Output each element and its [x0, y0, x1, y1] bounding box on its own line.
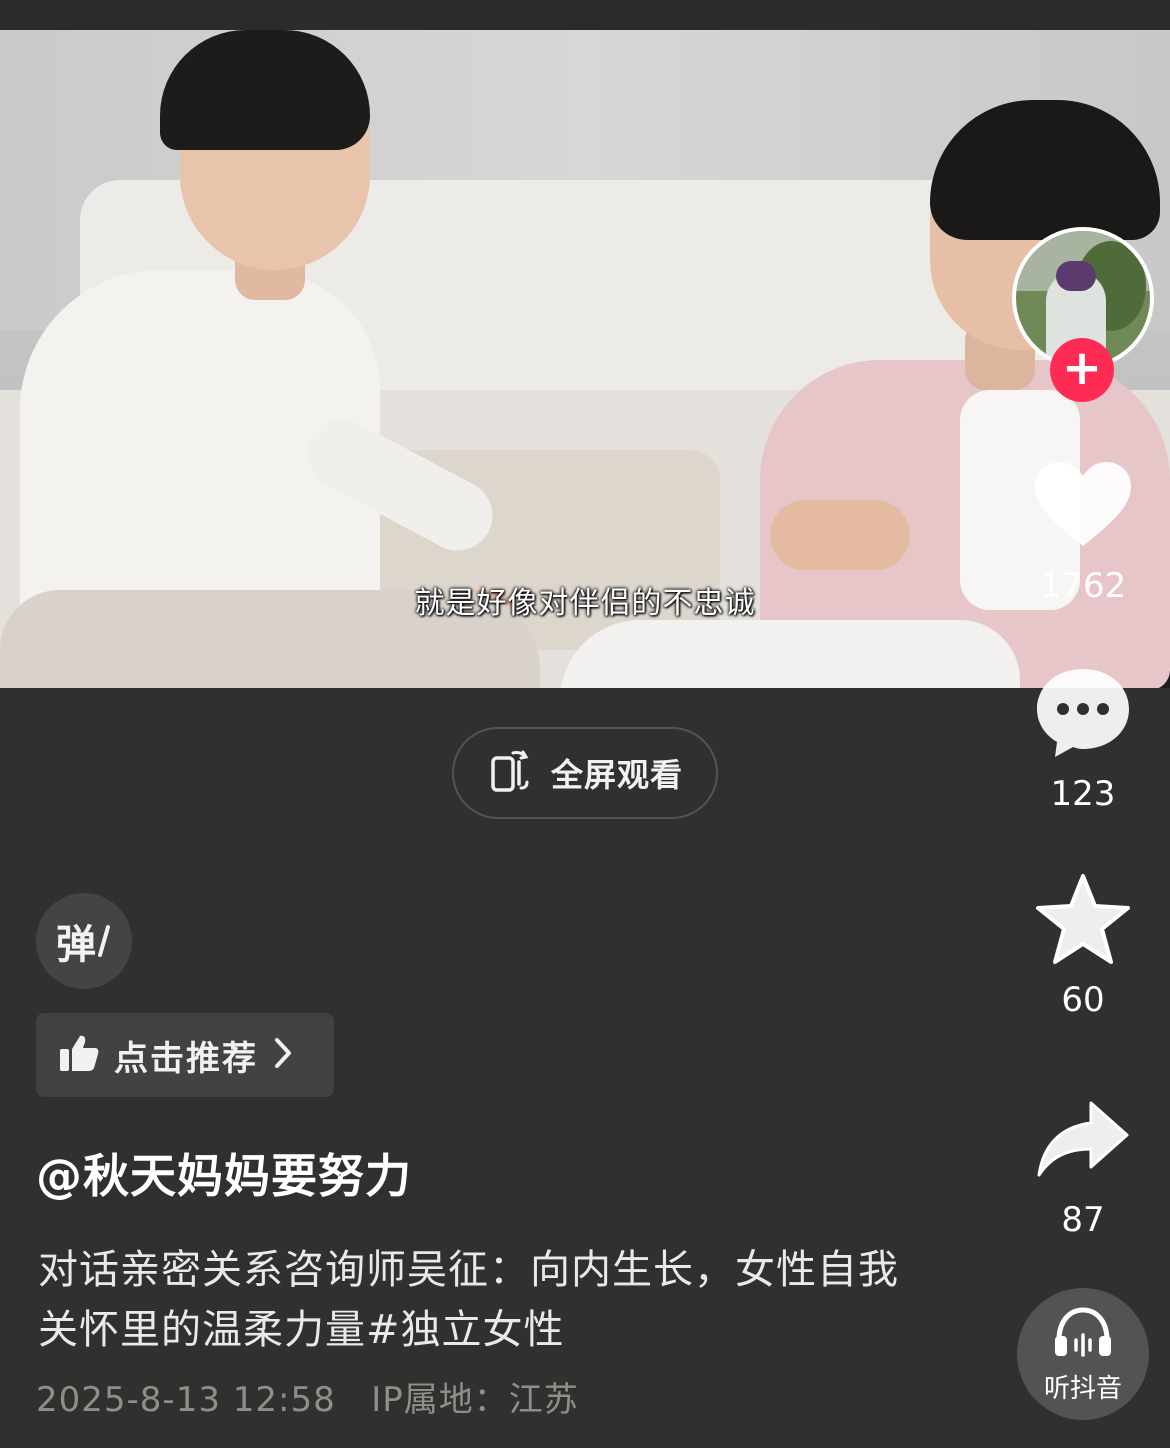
- comment-count: 123: [1050, 774, 1116, 814]
- video-post-screen: 就是好像对伴侣的不忠诚 全屏观看 + 1762 123 60 87 弹 点击推荐…: [0, 0, 1170, 1448]
- top-bar: [0, 0, 1170, 30]
- like-count: 1762: [1039, 566, 1127, 606]
- like-action[interactable]: 1762: [1020, 450, 1146, 606]
- post-ip-location: IP属地：江苏: [371, 1380, 579, 1420]
- recommend-button[interactable]: 点击推荐: [36, 1013, 334, 1097]
- fullscreen-label: 全屏观看: [550, 756, 683, 794]
- author-name-link[interactable]: @秋天妈妈要努力: [36, 1140, 412, 1206]
- star-icon: [1020, 864, 1146, 974]
- chevron-right-icon: [272, 1036, 294, 1074]
- video-person-right-hands: [770, 500, 910, 570]
- listen-label: 听抖音: [1043, 1373, 1122, 1404]
- video-frame[interactable]: 就是好像对伴侣的不忠诚: [0, 30, 1170, 688]
- favorite-action[interactable]: 60: [1020, 864, 1146, 1020]
- favorite-count: 60: [1061, 980, 1105, 1020]
- avatar-hair: [1056, 261, 1096, 291]
- post-datetime: 2025-8-13 12:58: [36, 1380, 336, 1420]
- comment-action[interactable]: 123: [1020, 658, 1146, 814]
- heart-icon: [1020, 450, 1146, 560]
- follow-plus-button[interactable]: +: [1050, 338, 1114, 402]
- danmu-toggle-button[interactable]: 弹: [36, 893, 132, 989]
- danmu-slash-icon: [98, 925, 110, 957]
- share-count: 87: [1061, 1200, 1105, 1240]
- danmu-label: 弹: [56, 922, 96, 968]
- fullscreen-button[interactable]: 全屏观看: [452, 727, 718, 819]
- post-meta: 2025-8-13 12:58 IP属地：江苏: [36, 1372, 579, 1421]
- share-action[interactable]: 87: [1020, 1084, 1146, 1240]
- listen-button[interactable]: 听抖音: [1017, 1288, 1149, 1420]
- headphones-icon: [1051, 1304, 1115, 1364]
- comment-bubble-icon: [1020, 658, 1146, 768]
- post-description: 对话亲密关系咨询师吴征：向内生长，女性自我关怀里的温柔力量#独立女性: [38, 1247, 899, 1353]
- video-blanket-right: [560, 620, 1020, 688]
- rotate-phone-icon: [487, 746, 537, 800]
- video-subtitle: 就是好像对伴侣的不忠诚: [414, 586, 756, 621]
- thumbs-up-icon: [58, 1033, 100, 1077]
- share-arrow-icon: [1020, 1084, 1146, 1194]
- recommend-label: 点击推荐: [114, 1038, 258, 1079]
